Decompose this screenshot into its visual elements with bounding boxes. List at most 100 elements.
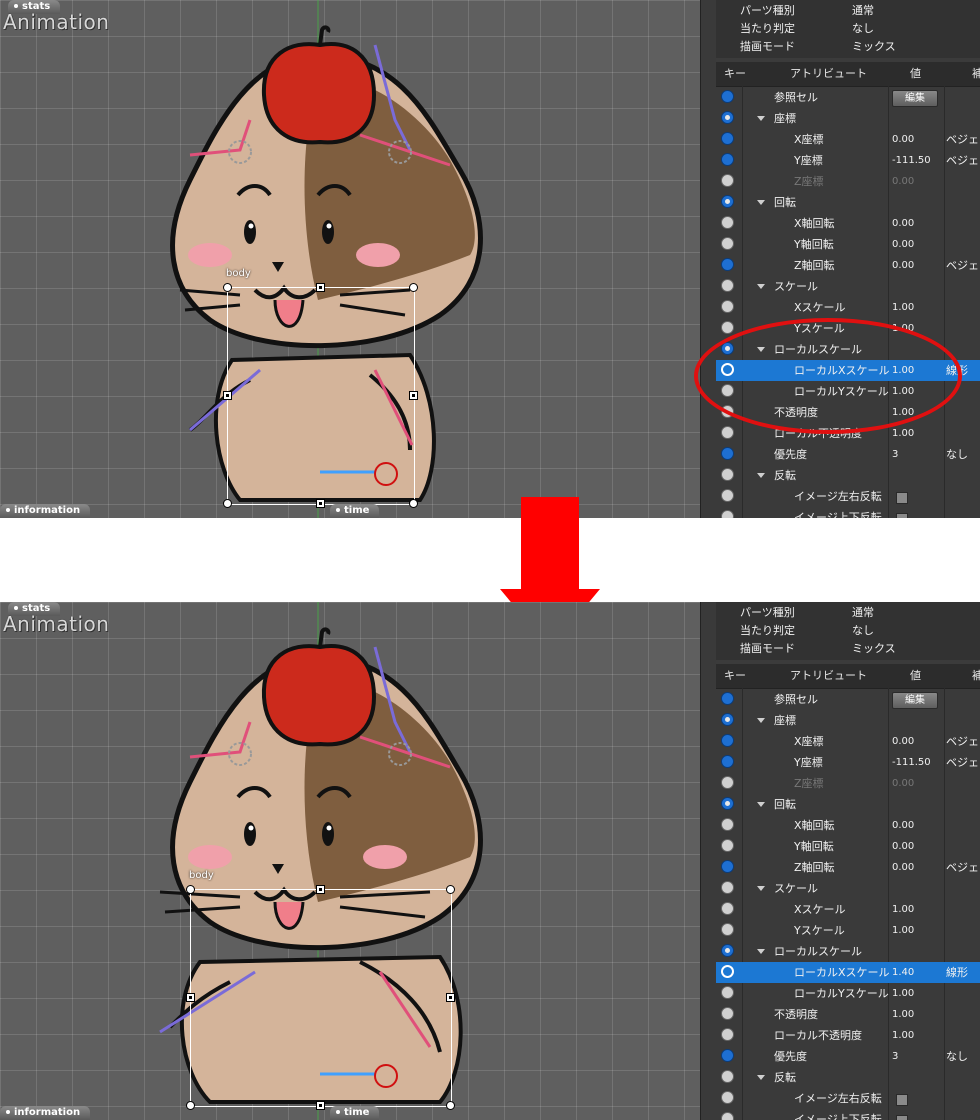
attribute-value[interactable]: 1.00: [892, 983, 914, 1004]
keyframe-indicator-icon[interactable]: [721, 1049, 734, 1062]
keyframe-indicator-icon[interactable]: [721, 279, 734, 292]
keyframe-indicator-icon[interactable]: [721, 90, 734, 103]
keyframe-indicator-icon[interactable]: [721, 944, 734, 957]
scale-handle[interactable]: [446, 993, 455, 1002]
attribute-value[interactable]: -111.50: [892, 752, 931, 773]
keyframe-indicator-icon[interactable]: [721, 321, 734, 334]
scale-handle[interactable]: [223, 499, 232, 508]
keyframe-indicator-icon[interactable]: [721, 881, 734, 894]
scale-handle[interactable]: [223, 283, 232, 292]
keyframe-indicator-icon[interactable]: [721, 713, 734, 726]
scale-handle[interactable]: [446, 885, 455, 894]
attribute-row[interactable]: Y座標 -111.50 ベジェ: [716, 752, 980, 773]
expand-triangle-icon[interactable]: [757, 284, 765, 289]
part-property-value[interactable]: なし: [852, 624, 874, 637]
scale-handle[interactable]: [316, 885, 325, 894]
attribute-value[interactable]: 3: [892, 1046, 898, 1067]
keyframe-indicator-icon[interactable]: [721, 965, 734, 978]
interpolation-type[interactable]: ベジェ: [946, 150, 979, 171]
scale-handle[interactable]: [316, 1101, 325, 1110]
keyframe-indicator-icon[interactable]: [721, 111, 734, 124]
interpolation-type[interactable]: ベジェ: [946, 752, 979, 773]
expand-triangle-icon[interactable]: [757, 886, 765, 891]
attribute-row[interactable]: 優先度 3 なし: [716, 444, 980, 465]
attribute-value[interactable]: 0.00: [892, 731, 914, 752]
attribute-row[interactable]: X軸回転 0.00: [716, 815, 980, 836]
attribute-row[interactable]: Y座標 -111.50 ベジェ: [716, 150, 980, 171]
attribute-value[interactable]: 0.00: [892, 836, 914, 857]
attribute-value[interactable]: 0.00: [892, 255, 914, 276]
attribute-row[interactable]: 回転: [716, 192, 980, 213]
attribute-row[interactable]: Z軸回転 0.00 ベジェ: [716, 857, 980, 878]
attribute-value[interactable]: 0.00: [892, 129, 914, 150]
attribute-value[interactable]: 1.00: [892, 297, 914, 318]
information-tab[interactable]: information: [0, 1106, 91, 1120]
edit-button[interactable]: 編集: [892, 692, 938, 709]
keyframe-indicator-icon[interactable]: [721, 1028, 734, 1041]
keyframe-indicator-icon[interactable]: [721, 1070, 734, 1083]
information-tab[interactable]: information: [0, 504, 91, 518]
part-property-value[interactable]: 通常: [852, 4, 874, 17]
flip-checkbox[interactable]: [896, 1094, 908, 1106]
keyframe-indicator-icon[interactable]: [721, 195, 734, 208]
keyframe-indicator-icon[interactable]: [721, 174, 734, 187]
keyframe-indicator-icon[interactable]: [721, 132, 734, 145]
attribute-row[interactable]: ローカル不透明度 1.00: [716, 1025, 980, 1046]
expand-triangle-icon[interactable]: [757, 718, 765, 723]
edit-button[interactable]: 編集: [892, 90, 938, 107]
keyframe-indicator-icon[interactable]: [721, 1091, 734, 1104]
attribute-row[interactable]: X軸回転 0.00: [716, 213, 980, 234]
attribute-value[interactable]: 1.00: [892, 920, 914, 941]
attribute-value[interactable]: 1.00: [892, 899, 914, 920]
scale-handle[interactable]: [186, 993, 195, 1002]
expand-triangle-icon[interactable]: [757, 116, 765, 121]
expand-triangle-icon[interactable]: [757, 200, 765, 205]
keyframe-indicator-icon[interactable]: [721, 468, 734, 481]
keyframe-indicator-icon[interactable]: [721, 1112, 734, 1120]
flip-checkbox[interactable]: [896, 513, 908, 518]
time-tab[interactable]: time: [330, 1106, 380, 1120]
keyframe-indicator-icon[interactable]: [721, 986, 734, 999]
attribute-row[interactable]: Y軸回転 0.00: [716, 234, 980, 255]
attribute-row[interactable]: 座標: [716, 108, 980, 129]
flip-checkbox[interactable]: [896, 1115, 908, 1120]
expand-triangle-icon[interactable]: [757, 1075, 765, 1080]
attribute-row[interactable]: ローカルXスケール 1.40 線形: [716, 962, 980, 983]
flip-checkbox[interactable]: [896, 492, 908, 504]
keyframe-indicator-icon[interactable]: [721, 447, 734, 460]
attribute-value[interactable]: 0.00: [892, 857, 914, 878]
attribute-row[interactable]: X座標 0.00 ベジェ: [716, 129, 980, 150]
attribute-row[interactable]: Z座標 0.00: [716, 171, 980, 192]
part-property-value[interactable]: ミックス: [852, 40, 896, 53]
attribute-value[interactable]: 3: [892, 444, 898, 465]
attribute-row[interactable]: Z軸回転 0.00 ベジェ: [716, 255, 980, 276]
part-property-value[interactable]: 通常: [852, 606, 874, 619]
attribute-value[interactable]: 0.00: [892, 815, 914, 836]
attribute-value[interactable]: 0.00: [892, 773, 914, 794]
expand-triangle-icon[interactable]: [757, 802, 765, 807]
interpolation-type[interactable]: 線形: [946, 962, 968, 983]
keyframe-indicator-icon[interactable]: [721, 258, 734, 271]
attribute-row[interactable]: イメージ上下反転: [716, 1109, 980, 1120]
interpolation-type[interactable]: ベジェ: [946, 731, 979, 752]
keyframe-indicator-icon[interactable]: [721, 300, 734, 313]
scale-handle[interactable]: [409, 499, 418, 508]
keyframe-indicator-icon[interactable]: [721, 153, 734, 166]
attribute-row[interactable]: イメージ左右反転: [716, 486, 980, 507]
attribute-row[interactable]: 反転: [716, 1067, 980, 1088]
scale-handle[interactable]: [186, 1101, 195, 1110]
keyframe-indicator-icon[interactable]: [721, 797, 734, 810]
attribute-value[interactable]: 1.00: [892, 1025, 914, 1046]
attribute-row[interactable]: 不透明度 1.00: [716, 1004, 980, 1025]
attribute-row[interactable]: Yスケール 1.00: [716, 920, 980, 941]
attribute-value[interactable]: 0.00: [892, 213, 914, 234]
expand-triangle-icon[interactable]: [757, 473, 765, 478]
animation-canvas[interactable]: body stats Animation information time: [0, 602, 700, 1120]
attribute-value[interactable]: 1.00: [892, 1004, 914, 1025]
attribute-row[interactable]: スケール: [716, 878, 980, 899]
attribute-row[interactable]: Z座標 0.00: [716, 773, 980, 794]
attribute-row[interactable]: 優先度 3 なし: [716, 1046, 980, 1067]
keyframe-indicator-icon[interactable]: [721, 923, 734, 936]
keyframe-indicator-icon[interactable]: [721, 860, 734, 873]
keyframe-indicator-icon[interactable]: [721, 776, 734, 789]
